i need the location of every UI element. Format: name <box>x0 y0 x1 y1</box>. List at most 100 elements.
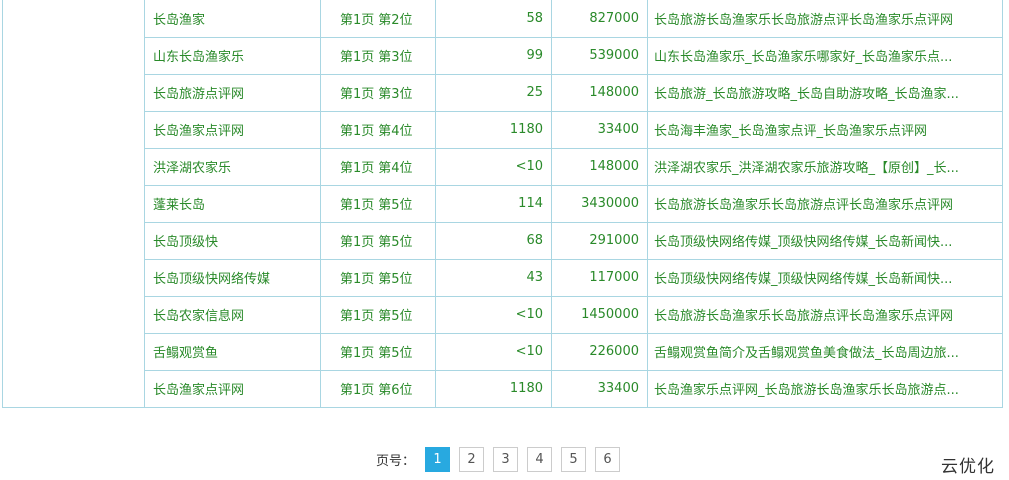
rank-position-text: 第5位 <box>378 346 413 361</box>
search-index-cell: 43 <box>435 259 552 297</box>
keyword-cell[interactable]: 长岛顶级快网络传媒 <box>144 259 321 297</box>
keyword-cell[interactable]: 长岛渔家点评网 <box>144 370 321 408</box>
rank-position-text: 第5位 <box>378 272 413 287</box>
rank-cell: 第1页 第3位 <box>320 37 436 75</box>
rank-cell: 第1页 第5位 <box>320 185 436 223</box>
result-count-cell: 148000 <box>551 74 648 112</box>
page-title-link[interactable]: 长岛顶级快网络传媒_顶级快网络传媒_长岛新闻快... <box>647 222 1003 260</box>
rank-position-text: 第6位 <box>378 383 413 398</box>
result-count-cell: 226000 <box>551 333 648 371</box>
page-title-link[interactable]: 长岛海丰渔家_长岛渔家点评_长岛渔家乐点评网 <box>647 111 1003 149</box>
table-row: 蓬莱长岛 第1页 第5位 114 3430000 长岛旅游长岛渔家乐长岛旅游点评长岛渔家乐… <box>2 185 1003 223</box>
row-spacer-cell <box>2 37 145 74</box>
page-button-6[interactable]: 6 <box>595 447 621 472</box>
rank-cell: 第1页 第2位 <box>320 0 436 38</box>
rank-cell: 第1页 第5位 <box>320 222 436 260</box>
row-spacer-cell <box>2 333 145 370</box>
row-spacer-cell <box>2 0 145 37</box>
page-button-5[interactable]: 5 <box>561 447 587 472</box>
pagination: 页号： 123456 <box>376 446 629 473</box>
row-spacer-cell <box>2 148 145 185</box>
page-title-link[interactable]: 洪泽湖农家乐_洪泽湖农家乐旅游攻略_【原创】_长... <box>647 148 1003 186</box>
table-row: 长岛渔家点评网 第1页 第6位 1180 33400 长岛渔家乐点评网_长岛旅游长岛渔家乐… <box>2 370 1003 408</box>
search-index-cell: 58 <box>435 0 552 38</box>
rank-cell: 第1页 第5位 <box>320 259 436 297</box>
keyword-cell[interactable]: 蓬莱长岛 <box>144 185 321 223</box>
keyword-cell[interactable]: 长岛渔家点评网 <box>144 111 321 149</box>
keyword-cell[interactable]: 长岛农家信息网 <box>144 296 321 334</box>
table-row: 洪泽湖农家乐 第1页 第4位 <10 148000 洪泽湖农家乐_洪泽湖农家乐旅游攻略_【… <box>2 148 1003 186</box>
table-row: 长岛渔家点评网 第1页 第4位 1180 33400 长岛海丰渔家_长岛渔家点评_长岛渔家… <box>2 111 1003 149</box>
search-index-cell: <10 <box>435 148 552 186</box>
row-spacer-cell <box>2 222 145 259</box>
table-body: 长岛渔家 第1页 第2位 58 827000 长岛旅游长岛渔家乐长岛旅游点评长岛渔家乐点评… <box>2 0 1003 408</box>
page-buttons: 123456 <box>425 447 629 472</box>
search-index-cell: 68 <box>435 222 552 260</box>
row-spacer-cell <box>2 296 145 333</box>
keyword-cell[interactable]: 长岛渔家 <box>144 0 321 38</box>
rank-page-text: 第1页 <box>340 235 375 250</box>
result-count-cell: 148000 <box>551 148 648 186</box>
rank-position-text: 第3位 <box>378 50 413 65</box>
rank-cell: 第1页 第5位 <box>320 296 436 334</box>
result-count-cell: 291000 <box>551 222 648 260</box>
rank-position-text: 第5位 <box>378 235 413 250</box>
table-row: 长岛渔家 第1页 第2位 58 827000 长岛旅游长岛渔家乐长岛旅游点评长岛渔家乐点评… <box>2 0 1003 38</box>
rank-page-text: 第1页 <box>340 198 375 213</box>
rank-position-text: 第5位 <box>378 309 413 324</box>
page-title-link[interactable]: 长岛旅游长岛渔家乐长岛旅游点评长岛渔家乐点评网 <box>647 296 1003 334</box>
rank-page-text: 第1页 <box>340 50 375 65</box>
page-title-link[interactable]: 长岛旅游_长岛旅游攻略_长岛自助游攻略_长岛渔家... <box>647 74 1003 112</box>
result-count-cell: 3430000 <box>551 185 648 223</box>
page-title-link[interactable]: 长岛旅游长岛渔家乐长岛旅游点评长岛渔家乐点评网 <box>647 0 1003 38</box>
row-spacer-cell <box>2 370 145 408</box>
table-row: 山东长岛渔家乐 第1页 第3位 99 539000 山东长岛渔家乐_长岛渔家乐哪家好_长岛… <box>2 37 1003 75</box>
ranking-report-page: 长岛渔家 第1页 第2位 58 827000 长岛旅游长岛渔家乐长岛旅游点评长岛渔家乐点评… <box>0 0 1009 480</box>
rank-position-text: 第4位 <box>378 161 413 176</box>
rank-cell: 第1页 第4位 <box>320 148 436 186</box>
rank-page-text: 第1页 <box>340 272 375 287</box>
row-spacer-cell <box>2 259 145 296</box>
watermark-logo-text: 云优化 <box>941 457 995 477</box>
rank-page-text: 第1页 <box>340 346 375 361</box>
table-row: 长岛顶级快 第1页 第5位 68 291000 长岛顶级快网络传媒_顶级快网络传媒_长岛新… <box>2 222 1003 260</box>
keyword-cell[interactable]: 长岛顶级快 <box>144 222 321 260</box>
rank-position-text: 第5位 <box>378 198 413 213</box>
page-title-link[interactable]: 山东长岛渔家乐_长岛渔家乐哪家好_长岛渔家乐点... <box>647 37 1003 75</box>
rank-cell: 第1页 第4位 <box>320 111 436 149</box>
result-count-cell: 827000 <box>551 0 648 38</box>
page-button-4[interactable]: 4 <box>527 447 553 472</box>
keyword-cell[interactable]: 洪泽湖农家乐 <box>144 148 321 186</box>
rank-page-text: 第1页 <box>340 87 375 102</box>
result-count-cell: 33400 <box>551 370 648 408</box>
search-index-cell: 99 <box>435 37 552 75</box>
keyword-cell[interactable]: 舌鳎观赏鱼 <box>144 333 321 371</box>
page-button-2[interactable]: 2 <box>459 447 485 472</box>
search-index-cell: 1180 <box>435 370 552 408</box>
result-count-cell: 1450000 <box>551 296 648 334</box>
rank-page-text: 第1页 <box>340 12 375 28</box>
rank-position-text: 第3位 <box>378 87 413 102</box>
rank-cell: 第1页 第3位 <box>320 74 436 112</box>
keyword-cell[interactable]: 长岛旅游点评网 <box>144 74 321 112</box>
rank-cell: 第1页 第6位 <box>320 370 436 408</box>
table-row: 长岛农家信息网 第1页 第5位 <10 1450000 长岛旅游长岛渔家乐长岛旅游点评长岛… <box>2 296 1003 334</box>
table-row: 舌鳎观赏鱼 第1页 第5位 <10 226000 舌鳎观赏鱼简介及舌鳎观赏鱼美食做法_长岛… <box>2 333 1003 371</box>
rank-page-text: 第1页 <box>340 124 375 139</box>
result-count-cell: 33400 <box>551 111 648 149</box>
table-row: 长岛顶级快网络传媒 第1页 第5位 43 117000 长岛顶级快网络传媒_顶级快网络传媒… <box>2 259 1003 297</box>
page-button-3[interactable]: 3 <box>493 447 519 472</box>
keyword-cell[interactable]: 山东长岛渔家乐 <box>144 37 321 75</box>
search-index-cell: 114 <box>435 185 552 223</box>
page-title-link[interactable]: 长岛旅游长岛渔家乐长岛旅游点评长岛渔家乐点评网 <box>647 185 1003 223</box>
rank-page-text: 第1页 <box>340 161 375 176</box>
search-index-cell: <10 <box>435 333 552 371</box>
row-spacer-cell <box>2 185 145 222</box>
page-button-1[interactable]: 1 <box>425 447 451 472</box>
rank-page-text: 第1页 <box>340 309 375 324</box>
page-title-link[interactable]: 长岛顶级快网络传媒_顶级快网络传媒_长岛新闻快... <box>647 259 1003 297</box>
page-title-link[interactable]: 长岛渔家乐点评网_长岛旅游长岛渔家乐长岛旅游点... <box>647 370 1003 408</box>
row-spacer-cell <box>2 111 145 148</box>
page-title-link[interactable]: 舌鳎观赏鱼简介及舌鳎观赏鱼美食做法_长岛周边旅... <box>647 333 1003 371</box>
row-spacer-cell <box>2 74 145 111</box>
